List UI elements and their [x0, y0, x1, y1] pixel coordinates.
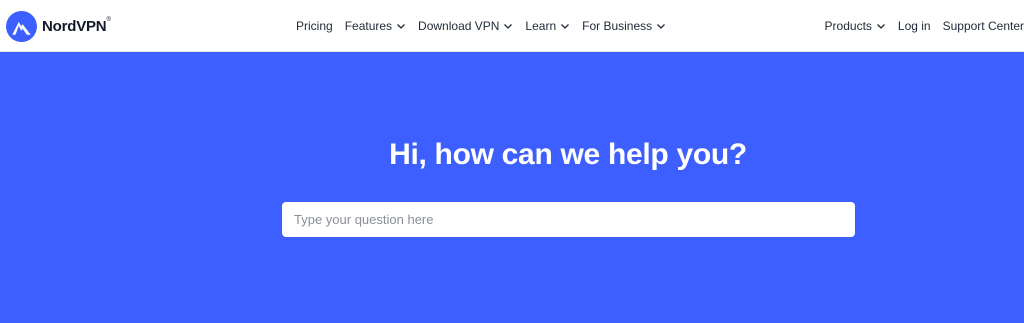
login-link[interactable]: Log in	[898, 19, 931, 33]
nav-item-label: Learn	[525, 18, 557, 33]
main-nav: Pricing Features Download VPN Learn For …	[296, 0, 678, 51]
nav-item-for-business[interactable]: For Business	[582, 19, 666, 33]
nav-item-products[interactable]: Products	[825, 19, 886, 33]
nav-item-pricing[interactable]: Pricing	[296, 19, 333, 33]
chevron-down-icon	[657, 23, 666, 29]
nav-item-features[interactable]: Features	[345, 19, 406, 33]
nav-item-learn[interactable]: Learn	[525, 19, 570, 33]
nav-item-label: Pricing	[296, 18, 333, 33]
hero-banner: Hi, how can we help you?	[0, 52, 1024, 323]
chevron-down-icon	[504, 23, 513, 29]
nordvpn-logo[interactable]: NordVPN®	[6, 11, 111, 42]
page-title: Hi, how can we help you?	[389, 138, 747, 171]
nav-item-label: Log in	[897, 18, 931, 33]
chevron-down-icon	[876, 23, 885, 29]
nav-item-label: Products	[824, 18, 872, 33]
nav-item-label: Features	[344, 18, 393, 33]
support-center-link[interactable]: Support Center	[943, 19, 1024, 33]
nav-item-download-vpn[interactable]: Download VPN	[418, 19, 513, 33]
nordvpn-mountain-logo-icon	[6, 11, 37, 42]
site-header: NordVPN® Pricing Features Download VPN L…	[0, 0, 1024, 52]
nav-item-label: For Business	[582, 18, 653, 33]
utility-nav: Products Log in Support Center	[813, 0, 1024, 51]
nav-item-label: Download VPN	[418, 18, 500, 33]
chevron-down-icon	[397, 23, 406, 29]
chevron-down-icon	[561, 23, 570, 29]
brand-name: NordVPN®	[42, 17, 111, 35]
search-input[interactable]	[282, 202, 855, 237]
nav-item-label: Support Center	[942, 18, 1024, 33]
